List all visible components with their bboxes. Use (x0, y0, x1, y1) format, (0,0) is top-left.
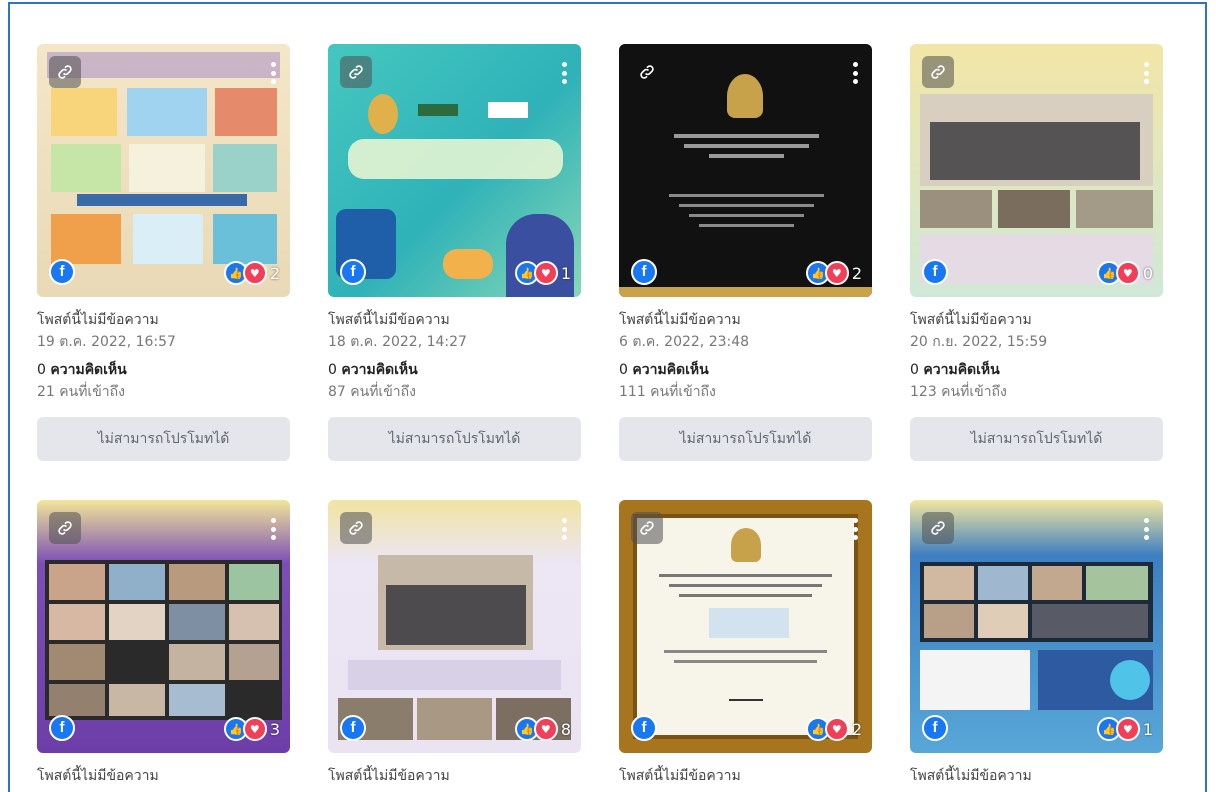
reaction-count: 8 (560, 719, 571, 739)
more-vertical-icon[interactable] (270, 62, 276, 84)
post-reach: 21 คนที่เข้าถึง (37, 384, 125, 400)
post-card[interactable]: f 👍 ♥ 2 โพสต์นี้ไม่มีข้อความ 19 ต.ค. 202… (37, 44, 290, 498)
facebook-icon: f (922, 259, 948, 285)
comment-count: 0 (910, 362, 919, 378)
more-vertical-icon[interactable] (852, 518, 858, 540)
link-icon (922, 56, 954, 88)
post-date: 19 ต.ค. 2022, 16:57 (37, 334, 176, 350)
post-thumbnail[interactable]: f 👍 ♥ 8 (328, 500, 581, 753)
post-thumbnail[interactable]: f 👍 ♥ 2 (37, 44, 290, 297)
comment-label: ความคิดเห็น (50, 362, 127, 378)
post-date: 6 ต.ค. 2022, 23:48 (619, 334, 750, 350)
comment-label: ความคิดเห็น (341, 362, 418, 378)
love-icon: ♥ (533, 261, 558, 285)
promote-button[interactable]: ไม่สามารถโปรโมทได้ (910, 417, 1163, 461)
post-reach: 111 คนที่เข้าถึง (619, 384, 716, 400)
reaction-count: 1 (1142, 719, 1153, 739)
more-vertical-icon[interactable] (1143, 62, 1149, 84)
post-card[interactable]: f 👍 ♥ 3 โพสต์นี้ไม่มีข้อความ (37, 500, 290, 787)
love-icon: ♥ (242, 717, 267, 741)
post-thumbnail[interactable]: f 👍 ♥ 3 (37, 500, 290, 753)
comment-label: ความคิดเห็น (632, 362, 709, 378)
reaction-summary[interactable]: 👍 ♥ 2 (223, 261, 280, 285)
post-title: โพสต์นี้ไม่มีข้อความ (37, 768, 159, 784)
reaction-count: 2 (851, 719, 862, 739)
post-thumbnail[interactable]: f 👍 ♥ 0 (910, 44, 1163, 297)
post-title: โพสต์นี้ไม่มีข้อความ (619, 768, 741, 784)
post-card[interactable]: f 👍 ♥ 1 โพสต์นี้ไม่มีข้อความ 18 ต.ค. 202… (328, 44, 581, 498)
facebook-icon: f (49, 259, 75, 285)
post-title: โพสต์นี้ไม่มีข้อความ (328, 312, 450, 328)
post-comments[interactable]: 0 ความคิดเห็น (619, 359, 872, 381)
facebook-icon: f (631, 715, 657, 741)
facebook-icon: f (340, 259, 366, 285)
comment-count: 0 (328, 362, 337, 378)
post-card[interactable]: f 👍 ♥ 8 โพสต์นี้ไม่มีข้อความ (328, 500, 581, 787)
promote-button[interactable]: ไม่สามารถโปรโมทได้ (328, 417, 581, 461)
link-icon (49, 56, 81, 88)
facebook-icon: f (922, 715, 948, 741)
post-reach: 123 คนที่เข้าถึง (910, 384, 1007, 400)
love-icon: ♥ (1115, 717, 1140, 741)
comment-count: 0 (619, 362, 628, 378)
post-grid-row-1: f 👍 ♥ 2 โพสต์นี้ไม่มีข้อความ 19 ต.ค. 202… (37, 44, 1163, 498)
link-icon (922, 512, 954, 544)
reaction-summary[interactable]: 👍 ♥ 3 (223, 717, 280, 741)
link-icon (631, 56, 663, 88)
post-grid-row-2: f 👍 ♥ 3 โพสต์นี้ไม่มีข้อความ f 👍 ♥ 8 โพส… (37, 500, 1163, 787)
post-comments[interactable]: 0 ความคิดเห็น (910, 359, 1163, 381)
post-title: โพสต์นี้ไม่มีข้อความ (619, 312, 741, 328)
reaction-summary[interactable]: 👍 ♥ 1 (1096, 717, 1153, 741)
reaction-summary[interactable]: 👍 ♥ 2 (805, 717, 862, 741)
post-title: โพสต์นี้ไม่มีข้อความ (910, 312, 1032, 328)
reaction-count: 2 (269, 263, 280, 283)
promote-button[interactable]: ไม่สามารถโปรโมทได้ (37, 417, 290, 461)
love-icon: ♥ (242, 261, 267, 285)
post-date: 20 ก.ย. 2022, 15:59 (910, 334, 1048, 350)
post-reach: 87 คนที่เข้าถึง (328, 384, 416, 400)
post-comments[interactable]: 0 ความคิดเห็น (37, 359, 290, 381)
more-vertical-icon[interactable] (561, 62, 567, 84)
post-thumbnail[interactable]: f 👍 ♥ 2 (619, 44, 872, 297)
love-icon: ♥ (824, 717, 849, 741)
more-vertical-icon[interactable] (1143, 518, 1149, 540)
post-comments[interactable]: 0 ความคิดเห็น (328, 359, 581, 381)
post-card[interactable]: f 👍 ♥ 2 โพสต์นี้ไม่มีข้อความ (619, 500, 872, 787)
post-thumbnail[interactable]: f 👍 ♥ 1 (910, 500, 1163, 753)
post-card[interactable]: f 👍 ♥ 1 โพสต์นี้ไม่มีข้อความ (910, 500, 1163, 787)
comment-label: ความคิดเห็น (923, 362, 1000, 378)
link-icon (340, 56, 372, 88)
post-thumbnail[interactable]: f 👍 ♥ 2 (619, 500, 872, 753)
love-icon: ♥ (824, 261, 849, 285)
more-vertical-icon[interactable] (852, 62, 858, 84)
post-title: โพสต์นี้ไม่มีข้อความ (37, 312, 159, 328)
facebook-icon: f (631, 259, 657, 285)
love-icon: ♥ (1115, 261, 1140, 285)
reaction-summary[interactable]: 👍 ♥ 8 (514, 717, 571, 741)
post-title: โพสต์นี้ไม่มีข้อความ (910, 768, 1032, 784)
comment-count: 0 (37, 362, 46, 378)
more-vertical-icon[interactable] (270, 518, 276, 540)
love-icon: ♥ (533, 717, 558, 741)
reaction-summary[interactable]: 👍 ♥ 2 (805, 261, 862, 285)
reaction-count: 2 (851, 263, 862, 283)
link-icon (340, 512, 372, 544)
post-card[interactable]: f 👍 ♥ 2 โพสต์นี้ไม่มีข้อความ 6 ต.ค. 2022… (619, 44, 872, 498)
promote-button[interactable]: ไม่สามารถโปรโมทได้ (619, 417, 872, 461)
link-icon (49, 512, 81, 544)
post-thumbnail[interactable]: f 👍 ♥ 1 (328, 44, 581, 297)
reaction-count: 3 (269, 719, 280, 739)
link-icon (631, 512, 663, 544)
facebook-icon: f (49, 715, 75, 741)
more-vertical-icon[interactable] (561, 518, 567, 540)
reaction-count: 1 (560, 263, 571, 283)
post-card[interactable]: f 👍 ♥ 0 โพสต์นี้ไม่มีข้อความ 20 ก.ย. 202… (910, 44, 1163, 498)
reaction-count: 0 (1142, 263, 1153, 283)
post-title: โพสต์นี้ไม่มีข้อความ (328, 768, 450, 784)
post-date: 18 ต.ค. 2022, 14:27 (328, 334, 467, 350)
reaction-summary[interactable]: 👍 ♥ 1 (514, 261, 571, 285)
reaction-summary[interactable]: 👍 ♥ 0 (1096, 261, 1153, 285)
facebook-icon: f (340, 715, 366, 741)
